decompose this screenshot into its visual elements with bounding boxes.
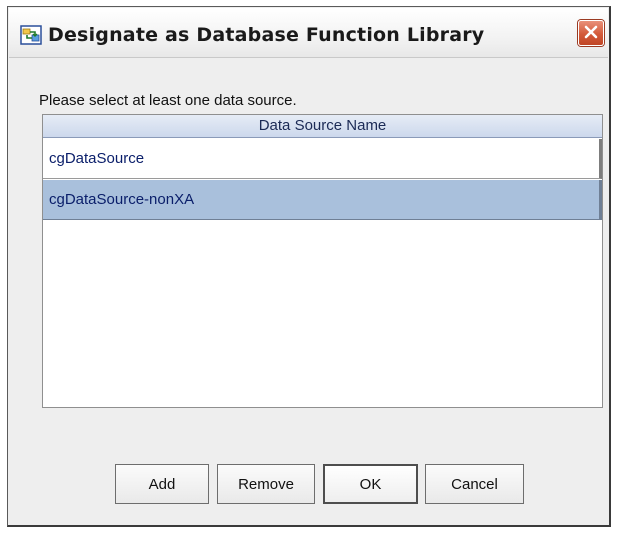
ok-button[interactable]: OK (323, 464, 418, 504)
table-row-selected[interactable]: cgDataSource-nonXA (43, 180, 602, 220)
close-icon (583, 24, 599, 43)
cancel-button[interactable]: Cancel (425, 464, 524, 504)
remove-button[interactable]: Remove (217, 464, 315, 504)
designate-function-library-dialog: Designate as Database Function Library P… (7, 6, 611, 527)
table-row[interactable]: cgDataSource (43, 139, 602, 179)
instruction-text: Please select at least one data source. (39, 92, 297, 109)
column-header-data-source-name[interactable]: Data Source Name (43, 115, 602, 138)
add-button[interactable]: Add (115, 464, 209, 504)
data-source-name-cell: cgDataSource (49, 150, 145, 167)
data-source-name-cell: cgDataSource-nonXA (49, 191, 195, 208)
data-source-table[interactable]: Data Source Name cgDataSource cgDataSour… (42, 114, 603, 408)
close-button[interactable] (578, 20, 604, 46)
function-library-icon (20, 25, 42, 45)
dialog-titlebar[interactable]: Designate as Database Function Library (9, 8, 608, 58)
dialog-title: Designate as Database Function Library (48, 24, 485, 46)
